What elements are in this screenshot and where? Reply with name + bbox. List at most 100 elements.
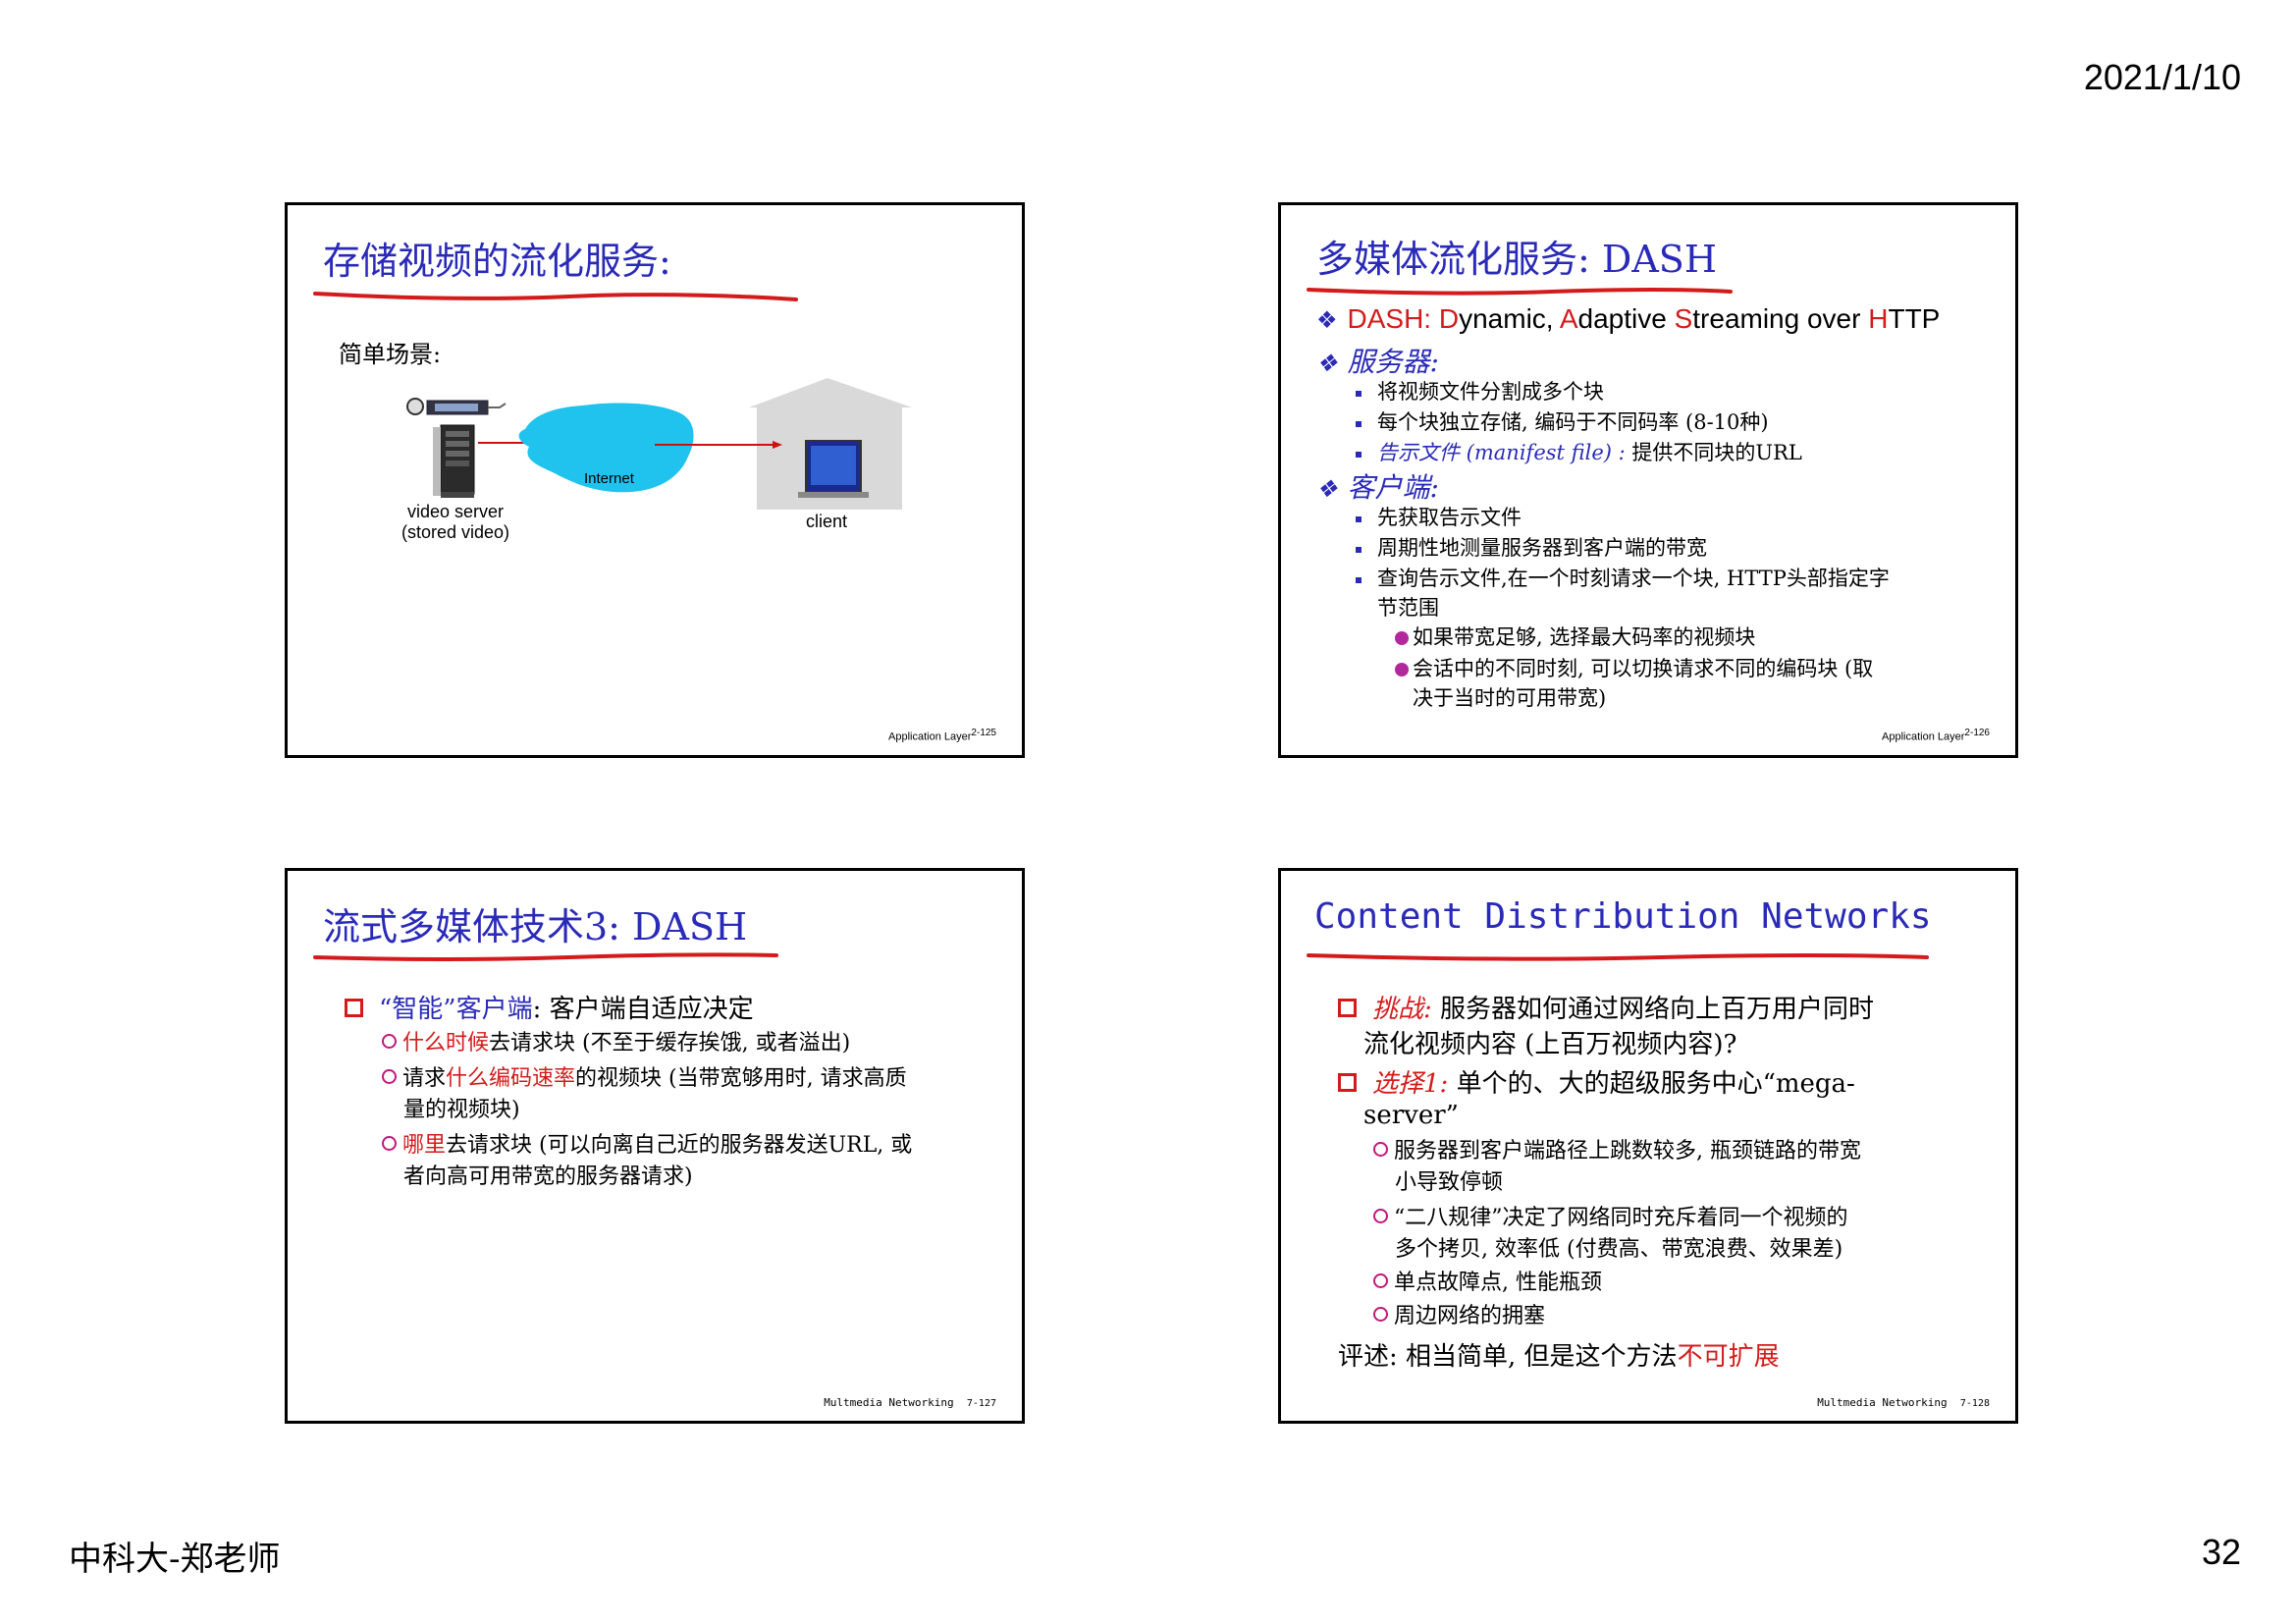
- ring-bullet-icon: [1373, 1307, 1388, 1322]
- dash-definition: ❖ DASH: Dynamic, Adaptive Streaming over …: [1316, 303, 1940, 335]
- list-item-continuation: 小导致停顿: [1395, 1170, 1504, 1195]
- client-monitor-icon: [798, 440, 869, 498]
- ring-bullet-icon: [382, 1069, 397, 1084]
- client-item: 查询告示文件,在一个时刻请求一个块, HTTP头部指定字: [1356, 563, 1890, 592]
- author-footer: 中科大-郑老师: [69, 1540, 281, 1579]
- slide-footer: Application Layer2-125: [888, 728, 996, 743]
- square-bullet-icon: [1356, 515, 1362, 522]
- list-item: 哪里去请求块 (可以向离自己近的服务器发送URL, 或: [382, 1130, 912, 1162]
- option-text: 单个的、大的超级服务中心“mega-: [1448, 1069, 1855, 1099]
- challenge-point: 挑战: 服务器如何通过网络向上百万用户同时: [1338, 989, 1874, 1025]
- client-item: 先获取告示文件: [1356, 502, 1522, 531]
- item-emphasis: 什么编码速率: [446, 1066, 576, 1091]
- list-item: 周边网络的拥塞: [1373, 1301, 1545, 1332]
- server-heading: ❖ 服务器:: [1316, 341, 1439, 380]
- summary-emphasis: 不可扩展: [1677, 1342, 1780, 1372]
- footer-number: 2-125: [971, 728, 996, 739]
- title-underline: [1307, 288, 1733, 296]
- dash-letter-s: S: [1674, 303, 1693, 334]
- page-number: 32: [2201, 1532, 2241, 1572]
- challenge-text: 服务器如何通过网络向上百万用户同时: [1431, 995, 1875, 1024]
- client-item-continuation: 节范围: [1377, 596, 1439, 620]
- sub-item-continuation: 决于当时的可用带宽): [1413, 686, 1607, 710]
- ring-bullet-icon: [382, 1136, 397, 1151]
- square-bullet-icon: [1356, 576, 1362, 583]
- footer-number: 7-127: [966, 1398, 996, 1409]
- summary: 评述: 相当简单, 但是这个方法不可扩展: [1338, 1336, 1780, 1373]
- smart-client-point: “智能”客户端: 客户端自适应决定: [345, 989, 754, 1025]
- dash-prefix: DASH:: [1347, 303, 1439, 334]
- dash-letter-h: H: [1868, 303, 1889, 334]
- footer-text: Multmedia Networking: [1817, 1396, 1948, 1409]
- client-label: client: [806, 512, 848, 531]
- client-item-text: 先获取告示文件: [1377, 506, 1522, 529]
- dash-word-http: TTP: [1888, 303, 1941, 334]
- title-underline: [313, 952, 778, 961]
- list-item-continuation: 者向高可用带宽的服务器请求): [403, 1164, 693, 1189]
- item-emphasis: 哪里: [402, 1133, 447, 1158]
- sub-item-text: 会话中的不同时刻, 可以切换请求不同的编码块 (取: [1413, 657, 1874, 680]
- smart-client-label: “智能”客户端: [379, 995, 533, 1024]
- ring-bullet-icon: [1373, 1209, 1388, 1223]
- slide-dash-streaming: 多媒体流化服务: DASH ❖ DASH: Dynamic, Adaptive S…: [1278, 202, 2018, 758]
- diamond-bullet-icon: ❖: [1316, 475, 1338, 503]
- sub-item: 如果带宽足够, 选择最大码率的视频块: [1395, 622, 1755, 651]
- footer-text: Application Layer: [888, 731, 972, 743]
- dash-word-streaming: treaming over: [1692, 303, 1869, 334]
- list-item: 请求什么编码速率的视频块 (当带宽够用时, 请求高质: [382, 1063, 907, 1095]
- manifest-label: 告示文件 (manifest file) :: [1377, 441, 1626, 464]
- dash-letter-a: A: [1559, 303, 1578, 334]
- diamond-bullet-icon: ❖: [1316, 307, 1338, 334]
- dash-word-dynamic: ynamic,: [1459, 303, 1560, 334]
- server-item: 每个块独立存储, 编码于不同码率 (8-10种): [1356, 406, 1769, 436]
- item-text: 的视频块 (当带宽够用时, 请求高质: [575, 1066, 907, 1091]
- server-item: 将视频文件分割成多个块: [1356, 376, 1604, 406]
- slide-title: 流式多媒体技术3: DASH: [323, 905, 748, 948]
- option-continuation: server”: [1363, 1101, 1459, 1130]
- server-item-text: 将视频文件分割成多个块: [1377, 380, 1604, 404]
- sub-item-text: 如果带宽足够, 选择最大码率的视频块: [1413, 625, 1756, 649]
- item-emphasis: 什么时候: [402, 1031, 490, 1056]
- option-label: 选择1:: [1372, 1069, 1449, 1099]
- server-heading-text: 服务器:: [1347, 346, 1439, 378]
- page-date: 2021/1/10: [2083, 57, 2241, 97]
- footer-number: 2-126: [1964, 728, 1990, 739]
- video-server-label-line2: (stored video): [400, 522, 510, 542]
- round-bullet-icon: [1395, 631, 1409, 645]
- streaming-diagram: [406, 378, 912, 510]
- square-bullet-icon: [1356, 390, 1362, 397]
- list-item-continuation: 多个拷贝, 效率低 (付费高、带宽浪费、效果差): [1395, 1237, 1843, 1262]
- slide-footer: Application Layer2-126: [1882, 728, 1990, 743]
- challenge-label: 挑战:: [1372, 995, 1432, 1024]
- slide-title: Content Distribution Networks: [1314, 896, 1932, 937]
- client-item-text: 查询告示文件,在一个时刻请求一个块, HTTP头部指定字: [1377, 567, 1890, 590]
- item-text: 去请求块 (可以向离自己近的服务器发送URL, 或: [446, 1133, 913, 1158]
- item-text: 周边网络的拥塞: [1394, 1304, 1546, 1328]
- video-server-label: video server (stored video): [382, 502, 529, 543]
- square-bullet-icon: [1356, 420, 1362, 427]
- internet-label: Internet: [584, 470, 634, 487]
- server-item-text: 每个块独立存储, 编码于不同码率 (8-10种): [1377, 410, 1769, 434]
- summary-text: 评述: 相当简单, 但是这个方法: [1338, 1342, 1678, 1372]
- item-text: 服务器到客户端路径上跳数较多, 瓶颈链路的带宽: [1394, 1139, 1861, 1164]
- ring-bullet-icon: [1373, 1142, 1388, 1157]
- slide-footer: Multmedia Networking 7-127: [824, 1396, 996, 1409]
- slide-footer: Multmedia Networking 7-128: [1817, 1396, 1990, 1409]
- challenge-continuation: 流化视频内容 (上百万视频内容)?: [1363, 1030, 1737, 1059]
- footer-text: Application Layer: [1882, 731, 1965, 743]
- square-bullet-icon: [345, 999, 363, 1017]
- item-text: 去请求块 (不至于缓存挨饿, 或者溢出): [489, 1031, 851, 1056]
- square-bullet-icon: [1356, 546, 1362, 553]
- square-bullet-icon: [1356, 451, 1362, 458]
- footer-text: Multmedia Networking: [824, 1396, 954, 1409]
- ring-bullet-icon: [1373, 1273, 1388, 1288]
- dash-word-adaptive: daptive: [1577, 303, 1675, 334]
- list-item: 单点故障点, 性能瓶颈: [1373, 1268, 1602, 1299]
- list-item: 什么时候去请求块 (不至于缓存挨饿, 或者溢出): [382, 1028, 850, 1059]
- smart-client-text: : 客户端自适应决定: [532, 995, 754, 1024]
- item-text-prefix: 请求: [402, 1066, 447, 1091]
- house-roof: [749, 378, 912, 407]
- slide-stored-video-streaming: 存储视频的流化服务: 简单场景: Internet video server (…: [285, 202, 1025, 758]
- option-point: 选择1: 单个的、大的超级服务中心“mega-: [1338, 1063, 1855, 1100]
- client-heading-text: 客户端:: [1347, 471, 1439, 504]
